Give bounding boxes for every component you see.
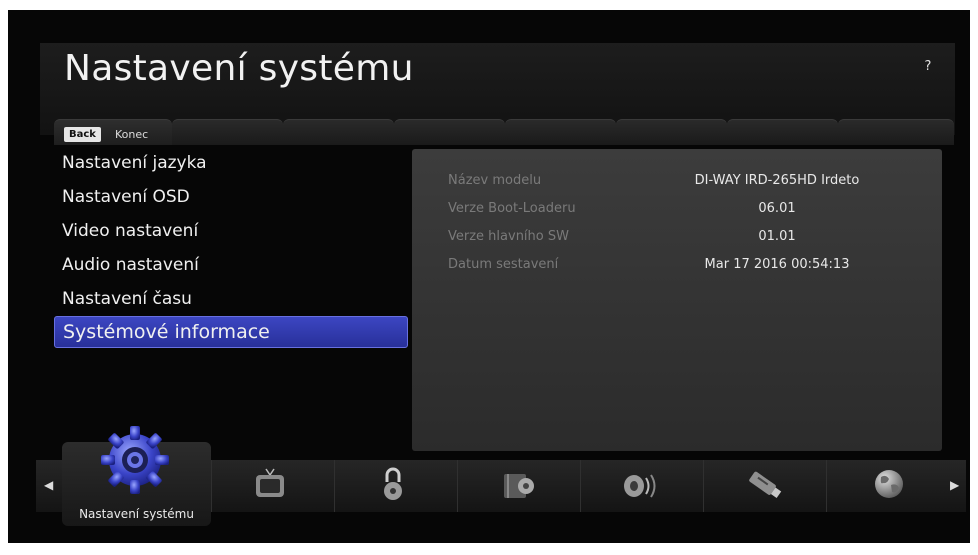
arrow-right-icon[interactable]: ▶ <box>950 478 959 492</box>
info-label-model: Název modelu <box>448 173 542 188</box>
menu-item-system-info[interactable]: Systémové informace <box>54 316 408 348</box>
info-value-build-date: Mar 17 2016 00:54:13 <box>704 257 850 272</box>
page-title: Nastavení systému <box>64 48 414 89</box>
info-label-bootloader: Verze Boot-Loaderu <box>448 201 576 216</box>
gear-icon <box>101 426 169 494</box>
media-icon <box>504 474 534 498</box>
info-panel: Název modelu DI-WAY IRD-265HD Irdeto Ver… <box>412 149 942 451</box>
selected-category-label: Nastavení systému <box>79 507 194 521</box>
tab-empty <box>394 119 505 145</box>
info-label-build-date: Datum sestavení <box>448 257 559 272</box>
menu-item-time[interactable]: Nastavení času <box>54 284 408 316</box>
speaker-icon <box>624 474 656 498</box>
tab-empty <box>172 119 283 145</box>
exit-label: Konec <box>115 128 149 141</box>
tab-empty <box>727 119 838 145</box>
info-value-main-sw: 01.01 <box>758 229 796 244</box>
back-badge[interactable]: Back <box>64 127 101 142</box>
tab-empty <box>283 119 394 145</box>
menu-item-language[interactable]: Nastavení jazyka <box>54 148 408 180</box>
tab-empty <box>838 119 954 145</box>
info-value-bootloader: 06.01 <box>758 201 796 216</box>
padlock-icon <box>384 467 402 500</box>
info-label-main-sw: Verze hlavního SW <box>448 229 569 244</box>
tab-empty <box>505 119 616 145</box>
info-value-model: DI-WAY IRD-265HD Irdeto <box>694 173 860 188</box>
help-button[interactable]: ? <box>917 56 939 78</box>
menu-item-video[interactable]: Video nastavení <box>54 216 408 248</box>
tab-back-exit[interactable]: Back Konec <box>54 119 172 145</box>
arrow-left-icon[interactable]: ◀ <box>44 478 53 492</box>
tab-bar: Back Konec <box>54 119 954 145</box>
menu-item-audio[interactable]: Audio nastavení <box>54 250 408 282</box>
menu-item-osd[interactable]: Nastavení OSD <box>54 182 408 214</box>
globe-icon <box>875 470 903 498</box>
tv-icon <box>256 468 284 497</box>
usb-icon <box>749 471 782 499</box>
tab-empty <box>616 119 727 145</box>
screen: Nastavení systému ? Back Konec Nastavení… <box>8 10 970 543</box>
